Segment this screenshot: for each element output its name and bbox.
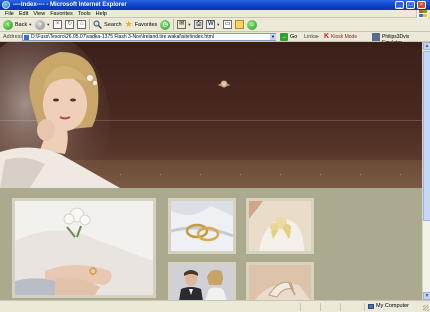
- scroll-up-arrow-icon[interactable]: ▲: [423, 42, 430, 50]
- address-label: Address: [3, 33, 24, 40]
- folder-icon: [235, 20, 245, 29]
- back-button[interactable]: ‹ Back ▼: [3, 19, 32, 31]
- folder-button[interactable]: [235, 19, 245, 31]
- status-divider: [364, 303, 365, 311]
- edit-icon: W: [206, 20, 216, 29]
- edit-button[interactable]: W ▼: [206, 19, 220, 31]
- rose-ornament-icon: [218, 80, 230, 88]
- status-zone: My Computer: [368, 303, 409, 309]
- print-icon: ⎙: [194, 20, 204, 29]
- title-bar: ----Index---- - Microsoft Internet Explo…: [0, 0, 430, 10]
- resize-grip-icon[interactable]: [423, 305, 429, 311]
- toolbar: ‹ Back ▼ › ▼ × ↻ ⌂ Search ★ Favorites ◷ …: [0, 18, 430, 32]
- hands-ring-image: [15, 201, 153, 295]
- back-dropdown-icon[interactable]: ▼: [28, 22, 32, 27]
- search-icon: [93, 20, 103, 29]
- edit-dropdown-icon[interactable]: ▼: [216, 22, 220, 27]
- status-divider: [300, 303, 301, 311]
- emulator-icon: [372, 33, 380, 41]
- gallery-photo-rings[interactable]: [168, 198, 236, 254]
- mail-dropdown-icon[interactable]: ▼: [187, 22, 191, 27]
- couple-image: [171, 265, 233, 300]
- print-button[interactable]: ⎙: [194, 19, 204, 31]
- mail-icon: ✉: [177, 20, 187, 29]
- forward-dropdown-icon[interactable]: ▼: [46, 22, 50, 27]
- history-icon: ◷: [160, 19, 171, 30]
- back-arrow-icon: ‹: [3, 19, 13, 30]
- vertical-scrollbar[interactable]: ▲ ▼: [422, 42, 430, 300]
- bride-portrait-image: [0, 42, 120, 188]
- history-button[interactable]: ◷: [160, 19, 171, 31]
- messenger-icon: ☺: [247, 19, 258, 30]
- discuss-button[interactable]: ▭: [223, 19, 233, 31]
- links-chevron-icon[interactable]: »: [316, 34, 319, 40]
- address-input[interactable]: D:\Fuss\Tesoro\26.05.07\vadka-1375 Flash…: [22, 33, 276, 41]
- links-label[interactable]: Links: [304, 34, 317, 40]
- status-divider: [320, 303, 321, 311]
- go-button[interactable]: Go: [290, 34, 297, 40]
- windows-logo-icon: [416, 10, 428, 18]
- maximize-button[interactable]: □: [406, 1, 415, 9]
- scroll-thumb[interactable]: [423, 51, 430, 221]
- home-button[interactable]: ⌂: [77, 19, 87, 31]
- my-computer-icon: [368, 303, 374, 309]
- address-bar: Address D:\Fuss\Tesoro\26.05.07\vadka-13…: [0, 32, 430, 46]
- wedding-rings-image: [171, 201, 233, 251]
- toolbar-separator: [173, 19, 175, 30]
- forward-arrow-icon: ›: [35, 19, 46, 30]
- menu-help[interactable]: Help: [96, 11, 107, 17]
- kiosk-k-icon: K: [324, 33, 330, 40]
- menu-edit[interactable]: Edit: [19, 11, 28, 17]
- menu-tools[interactable]: Tools: [78, 11, 91, 17]
- hero-dots: [120, 174, 420, 175]
- hero-banner: [0, 42, 422, 188]
- status-bar: My Computer: [0, 300, 430, 312]
- go-arrow-icon[interactable]: →: [280, 33, 288, 41]
- address-value: D:\Fuss\Tesoro\26.05.07\vadka-1375 Flash…: [31, 34, 214, 40]
- refresh-button[interactable]: ↻: [65, 19, 75, 31]
- gallery-photo-couple[interactable]: [168, 262, 236, 300]
- mail-button[interactable]: ✉ ▼: [177, 19, 191, 31]
- back-label: Back: [15, 21, 28, 28]
- address-dropdown-icon[interactable]: ▼: [270, 34, 276, 40]
- menu-view[interactable]: View: [33, 11, 45, 17]
- favorites-label: Favorites: [134, 21, 158, 28]
- ie-logo-icon: [2, 1, 10, 9]
- menu-bar: File Edit View Favorites Tools Help: [0, 10, 430, 18]
- favorites-button[interactable]: ★ Favorites: [125, 19, 158, 31]
- bouquet-image: [249, 201, 311, 251]
- bridal-shoes-image: [249, 265, 311, 300]
- discuss-icon: ▭: [223, 20, 233, 29]
- messenger-button[interactable]: ☺: [247, 19, 258, 31]
- home-icon: ⌂: [77, 20, 87, 29]
- page-icon: [24, 35, 29, 40]
- search-button[interactable]: Search: [93, 19, 122, 31]
- search-label: Search: [104, 21, 122, 28]
- gallery-photo-hands[interactable]: [12, 198, 156, 298]
- window-title: ----Index---- - Microsoft Internet Explo…: [13, 2, 127, 8]
- refresh-icon: ↻: [65, 20, 75, 29]
- page-content: [0, 42, 422, 300]
- toolbar-separator: [89, 19, 91, 30]
- kiosk-mode-link[interactable]: Kiosk Mode: [331, 34, 357, 40]
- menu-file[interactable]: File: [5, 11, 14, 17]
- status-divider: [340, 303, 341, 311]
- menu-favorites[interactable]: Favorites: [50, 11, 73, 17]
- stop-icon: ×: [53, 20, 63, 29]
- gallery-photo-bouquet[interactable]: [246, 198, 314, 254]
- scroll-down-arrow-icon[interactable]: ▼: [423, 292, 430, 300]
- stop-button[interactable]: ×: [53, 19, 63, 31]
- favorites-star-icon: ★: [124, 19, 133, 29]
- gallery-panel: [0, 188, 422, 300]
- status-zone-label: My Computer: [376, 303, 410, 309]
- forward-button[interactable]: › ▼: [35, 19, 50, 31]
- close-button[interactable]: ×: [417, 1, 426, 9]
- minimize-button[interactable]: _: [395, 1, 404, 9]
- gallery-photo-shoes[interactable]: [246, 262, 314, 300]
